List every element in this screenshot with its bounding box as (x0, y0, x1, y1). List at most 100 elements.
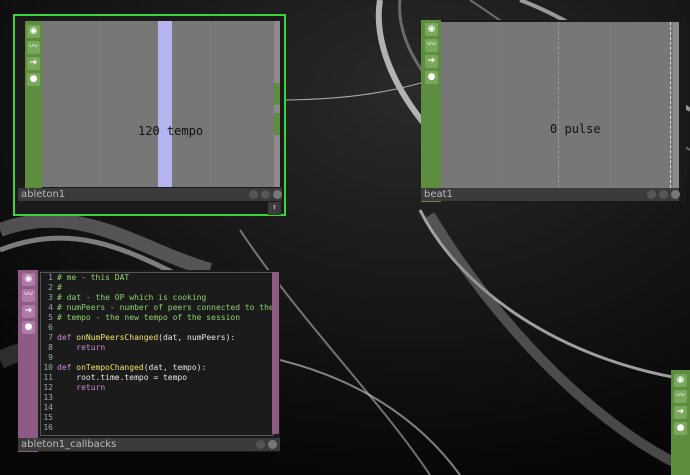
viewer-toggle-icon[interactable]: ◉ (22, 273, 35, 286)
display-icon[interactable] (256, 440, 265, 449)
code-line[interactable]: 13 (41, 393, 273, 403)
callbacks-footer: ableton1_callbacks (18, 438, 280, 451)
code-line[interactable]: 9 (41, 353, 273, 363)
line-number: 16 (43, 423, 53, 432)
cook-icon[interactable]: ➔ (425, 55, 438, 68)
ableton1-callbacks-node[interactable]: ◉ 〰 ➔ ● 1 # me - this DAT 2 #3 # dat - the O… (18, 270, 280, 452)
add-icon[interactable] (273, 190, 282, 199)
line-number: 12 (43, 383, 53, 392)
cook-icon[interactable]: ➔ (674, 406, 687, 419)
viewer-toggle-icon[interactable]: ◉ (674, 374, 687, 387)
beat1-node[interactable]: ◉ 〰 ➔ ● 0 pulse beat1 (421, 20, 686, 202)
pin-icon[interactable]: ⬆ (268, 202, 281, 215)
ableton1-node[interactable]: ◉ 〰 ➔ ● 120 tempo ableton1 ⬆ (13, 14, 286, 216)
code-line[interactable]: 16 (41, 423, 273, 433)
code-line[interactable]: 14 (41, 403, 273, 413)
code-line[interactable]: 2 # (41, 283, 273, 293)
code-text: # tempo - the new tempo of the session (57, 313, 241, 322)
code-line[interactable]: 6 (41, 323, 273, 333)
line-number: 14 (43, 403, 53, 412)
code-line[interactable]: 7 def onNumPeersChanged(dat, numPeers): (41, 333, 273, 343)
code-line[interactable]: 10 def onTempoChanged(dat, tempo): (41, 363, 273, 373)
line-number: 10 (43, 363, 53, 372)
display-icon[interactable] (659, 190, 668, 199)
pulse-channel-name: pulse (564, 122, 601, 136)
code-line[interactable]: 3 # dat - the OP which is cooking (41, 293, 273, 303)
viewer-toggle-icon[interactable]: ◉ (425, 23, 438, 36)
callbacks-name[interactable]: ableton1_callbacks (21, 439, 116, 450)
viewer-active-icon[interactable] (647, 190, 656, 199)
beat1-viewer[interactable]: 0 pulse (441, 22, 673, 188)
output-connector[interactable] (274, 83, 280, 105)
code-keyword: def (57, 333, 77, 342)
pulse-value: 0 (550, 122, 558, 136)
code-function-name: onNumPeersChanged (76, 333, 159, 342)
add-icon[interactable] (671, 190, 680, 199)
line-number: 5 (48, 313, 53, 322)
callbacks-code-viewer[interactable]: 1 # me - this DAT 2 #3 # dat - the OP which … (40, 272, 274, 436)
code-line[interactable]: 11 root.time.tempo = tempo (41, 373, 273, 383)
ableton1-viewer[interactable]: 120 tempo (42, 21, 274, 187)
cook-icon[interactable]: ➔ (27, 57, 40, 70)
output-connector[interactable] (274, 113, 280, 135)
beat1-flag-strip: ◉ 〰 ➔ ● (421, 20, 441, 202)
lock-icon[interactable]: ● (425, 71, 438, 84)
code-line[interactable]: 15 (41, 413, 273, 423)
line-number: 15 (43, 413, 53, 422)
grid-line (215, 21, 216, 187)
grid-line (558, 22, 559, 188)
tempo-value: 120 (138, 124, 160, 138)
viewer-toggle-icon[interactable]: ◉ (27, 25, 40, 38)
callbacks-scrollbar[interactable] (272, 272, 279, 434)
code-text: (dat, numPeers): (158, 333, 236, 342)
tempo-channel-name: tempo (166, 124, 204, 138)
code-line[interactable]: 12 return (41, 383, 273, 393)
ableton1-name[interactable]: ableton1 (21, 189, 65, 200)
lock-icon[interactable]: ● (27, 73, 40, 86)
code-text: # (57, 283, 62, 292)
code-keyword: def (57, 363, 77, 372)
ableton1-flag-strip: ◉ 〰 ➔ ● (25, 21, 42, 188)
line-number: 3 (48, 293, 53, 302)
lock-icon[interactable]: ● (22, 321, 35, 334)
display-icon[interactable] (261, 190, 270, 199)
offscreen-flag-strip: ◉ 〰 ➔ ● (671, 370, 690, 475)
tempo-bar (158, 21, 172, 187)
code-text: # me - this DAT (57, 273, 130, 282)
code-text: # dat - the OP which is cooking (57, 293, 207, 302)
beat1-scrollbar[interactable] (673, 22, 679, 188)
grid-line (670, 22, 671, 188)
beat1-footer: beat1 (421, 188, 680, 201)
viewer-active-icon[interactable] (249, 190, 258, 199)
add-icon[interactable] (268, 440, 277, 449)
bypass-icon[interactable]: 〰 (22, 289, 35, 302)
line-number: 13 (43, 393, 53, 402)
code-text: return (57, 343, 106, 352)
code-line[interactable]: 4 # numPeers - number of peers connected … (41, 303, 273, 313)
ableton1-scrollbar[interactable] (274, 21, 280, 187)
callbacks-flag-strip: ◉ 〰 ➔ ● (18, 270, 38, 452)
code-function-name: onTempoChanged (76, 363, 144, 372)
bypass-icon[interactable]: 〰 (27, 41, 40, 54)
cook-icon[interactable]: ➔ (22, 305, 35, 318)
beat1-name[interactable]: beat1 (424, 189, 453, 200)
line-number: 8 (48, 343, 53, 352)
offscreen-node[interactable]: ◉ 〰 ➔ ● (671, 370, 690, 475)
code-text: return (57, 383, 106, 392)
code-line[interactable]: 8 return (41, 343, 273, 353)
code-text: root.time.tempo = tempo (57, 373, 188, 382)
grid-line (615, 22, 616, 188)
tempo-readout: 120 tempo (138, 124, 203, 138)
line-number: 9 (48, 353, 53, 362)
pulse-readout: 0 pulse (550, 122, 601, 136)
code-text: (dat, tempo): (143, 363, 207, 372)
line-number: 2 (48, 283, 53, 292)
grid-line (99, 21, 100, 187)
code-line[interactable]: 5 # tempo - the new tempo of the session (41, 313, 273, 323)
bypass-icon[interactable]: 〰 (425, 39, 438, 52)
code-text: # numPeers - number of peers connected t… (57, 303, 274, 312)
code-line[interactable]: 1 # me - this DAT (41, 273, 273, 283)
lock-icon[interactable]: ● (674, 422, 687, 435)
bypass-icon[interactable]: 〰 (674, 390, 687, 403)
ableton1-footer: ableton1 (18, 188, 282, 201)
